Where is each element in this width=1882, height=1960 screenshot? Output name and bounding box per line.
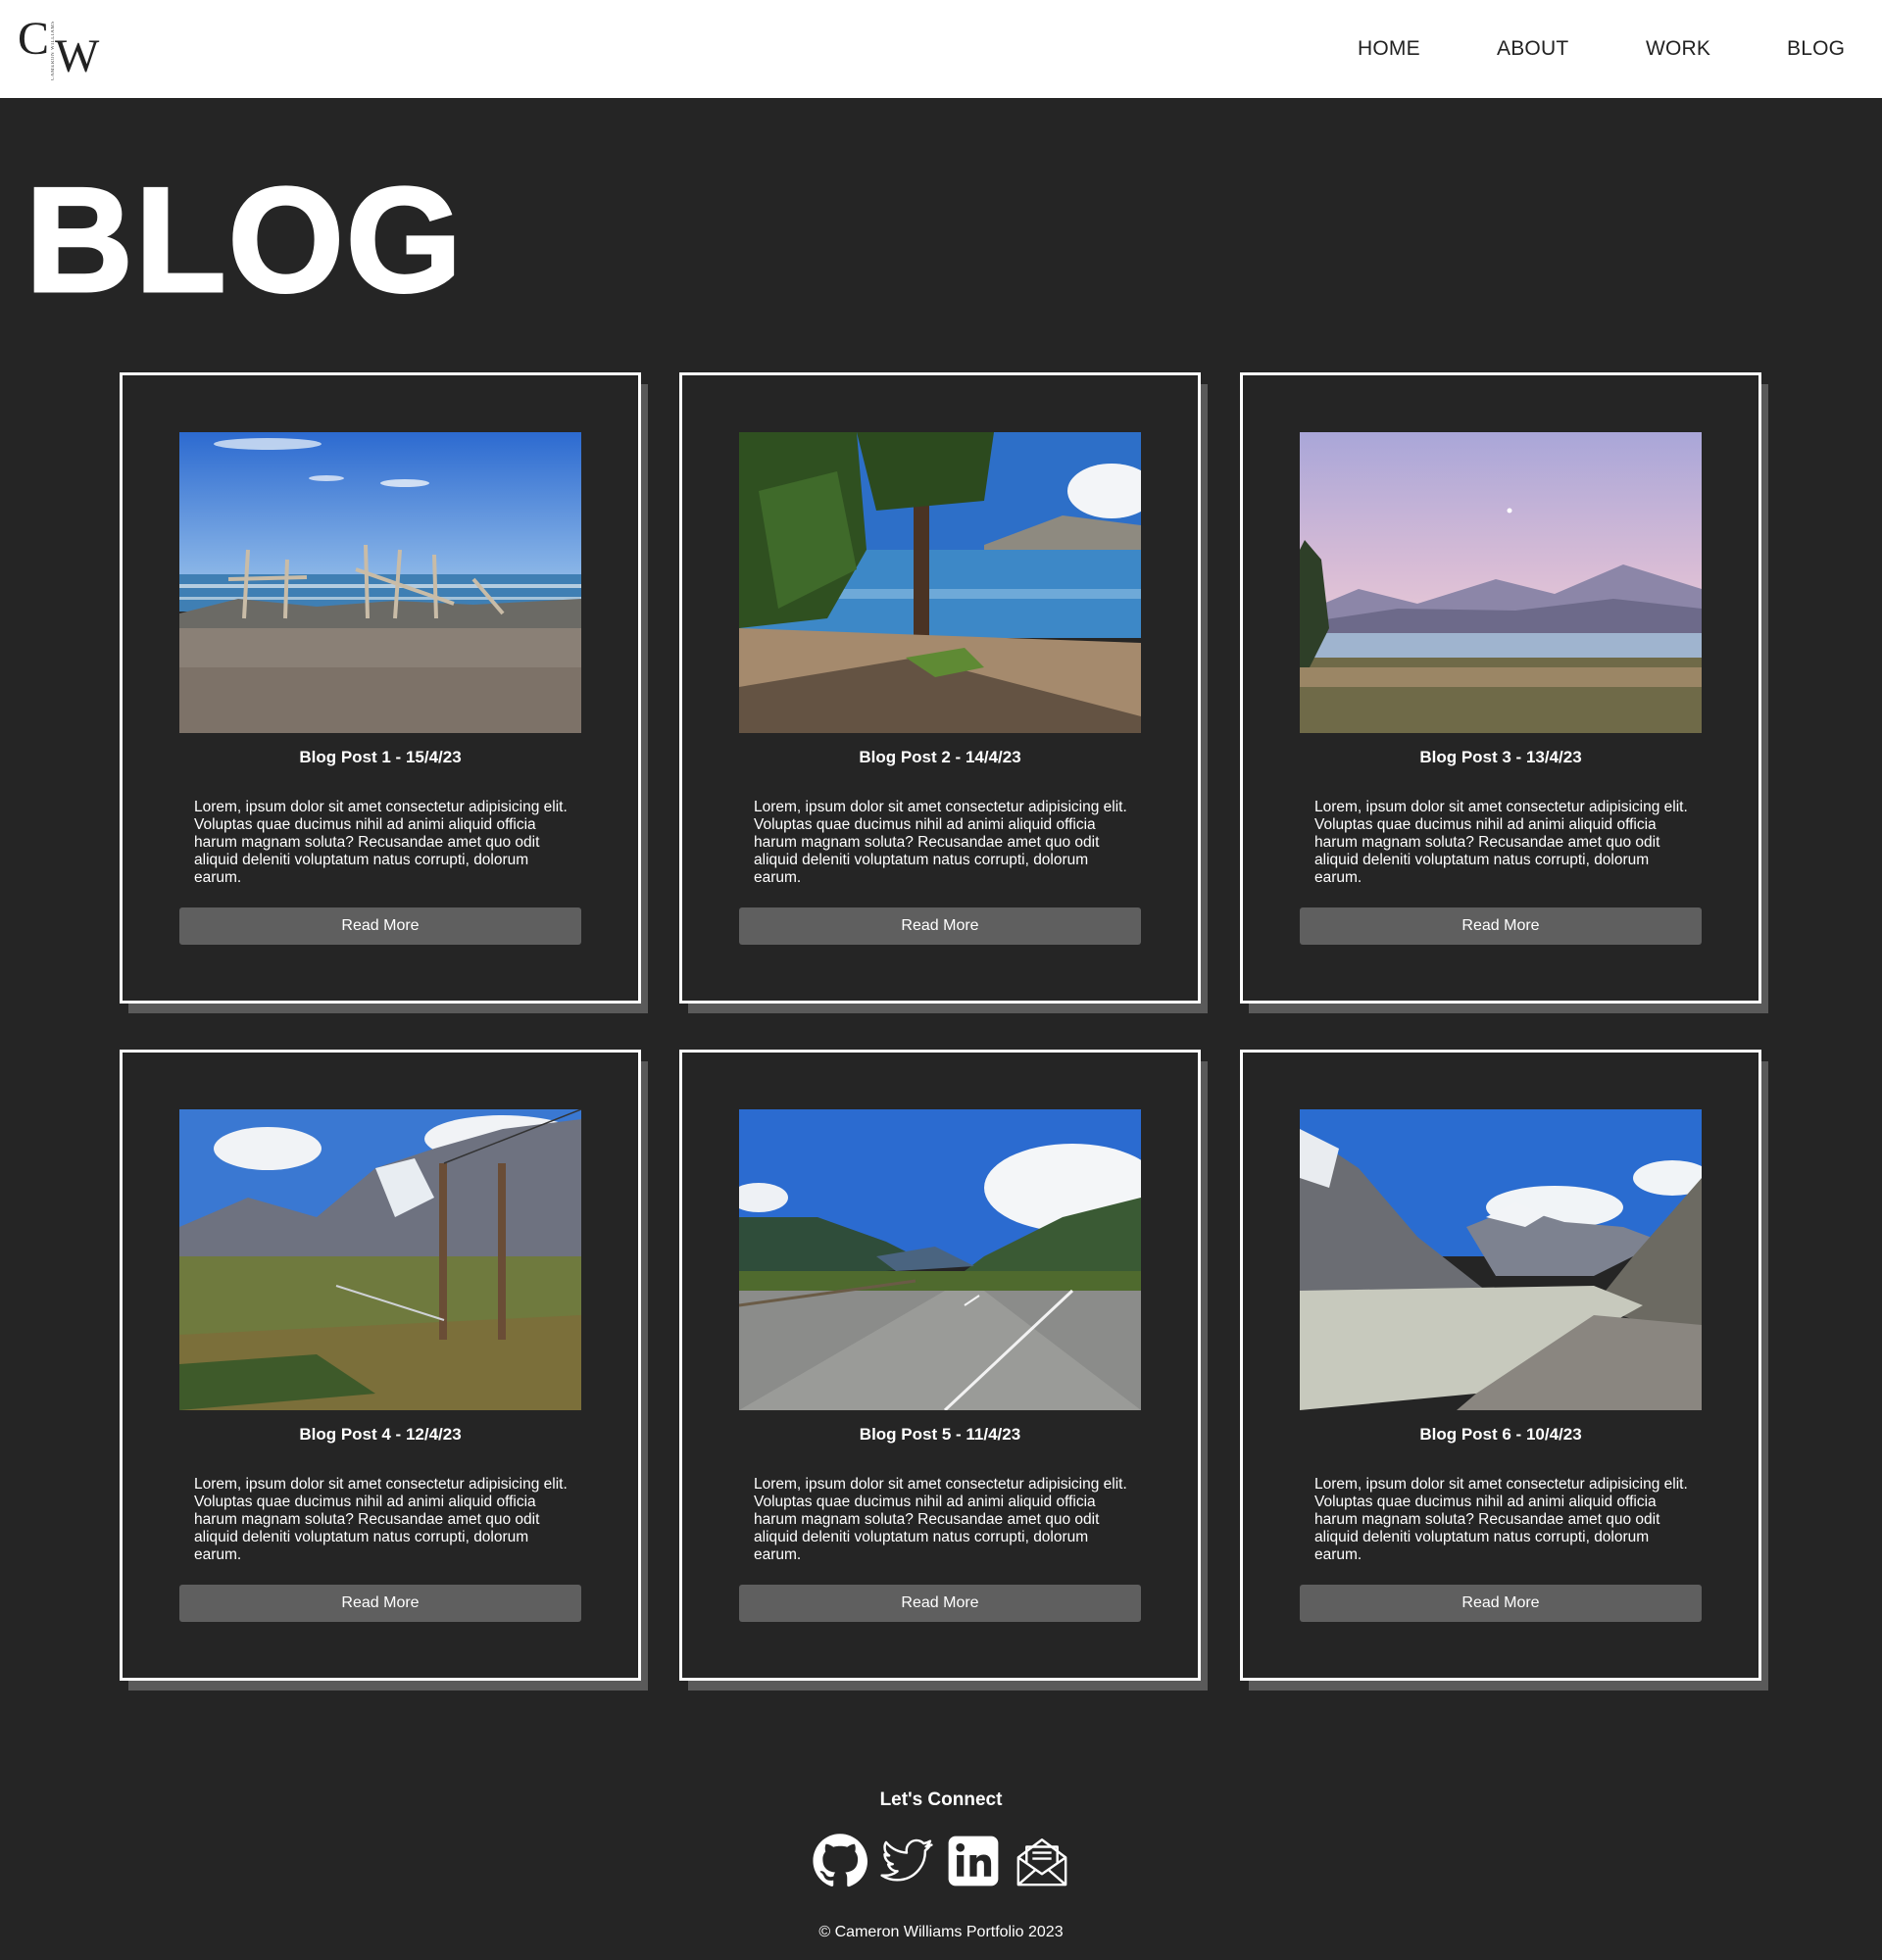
logo-letter-c: C — [18, 13, 50, 65]
blog-post-title: Blog Post 4 - 12/4/23 — [299, 1425, 462, 1444]
site-logo[interactable]: C CAMERON WILLIAMS W — [18, 13, 100, 82]
blog-post-excerpt: Lorem, ipsum dolor sit amet consectetur … — [754, 1476, 1127, 1563]
dusk-lake-mountains-image — [1300, 432, 1702, 733]
github-icon[interactable] — [812, 1833, 868, 1889]
copyright-text: © Cameron Williams Portfolio 2023 — [818, 1924, 1064, 1940]
blog-card-3: Blog Post 3 - 13/4/23 Lorem, ipsum dolor… — [1240, 372, 1761, 1004]
blog-post-excerpt: Lorem, ipsum dolor sit amet consectetur … — [754, 799, 1127, 886]
blog-card-4: Blog Post 4 - 12/4/23 Lorem, ipsum dolor… — [120, 1050, 641, 1681]
blog-post-title: Blog Post 5 - 11/4/23 — [859, 1425, 1021, 1444]
blog-post-excerpt: Lorem, ipsum dolor sit amet consectetur … — [1314, 1476, 1688, 1563]
blog-post-excerpt: Lorem, ipsum dolor sit amet consectetur … — [194, 799, 568, 886]
linkedin-icon[interactable] — [945, 1833, 1002, 1889]
blog-post-title: Blog Post 3 - 13/4/23 — [1419, 748, 1582, 766]
read-more-button[interactable]: Read More — [179, 1585, 581, 1622]
swing-bridge-valley-image — [179, 1109, 581, 1410]
blog-card-5: Blog Post 5 - 11/4/23 Lorem, ipsum dolor… — [679, 1050, 1201, 1681]
read-more-button[interactable]: Read More — [179, 907, 581, 945]
read-more-button[interactable]: Read More — [1300, 907, 1702, 945]
site-header: C CAMERON WILLIAMS W HOME ABOUT WORK BLO… — [0, 0, 1882, 98]
lakeside-pine-image — [739, 432, 1141, 733]
blog-card-1: Blog Post 1 - 15/4/23 Lorem, ipsum dolor… — [120, 372, 641, 1004]
blog-post-title: Blog Post 6 - 10/4/23 — [1419, 1425, 1582, 1444]
blog-post-excerpt: Lorem, ipsum dolor sit amet consectetur … — [194, 1476, 568, 1563]
logo-letter-w: W — [55, 30, 100, 82]
mail-icon[interactable] — [1014, 1833, 1070, 1889]
blog-card-6: Blog Post 6 - 10/4/23 Lorem, ipsum dolor… — [1240, 1050, 1761, 1681]
footer-title: Let's Connect — [879, 1789, 1003, 1810]
blog-post-excerpt: Lorem, ipsum dolor sit amet consectetur … — [1314, 799, 1688, 886]
twitter-icon[interactable] — [878, 1833, 935, 1889]
read-more-button[interactable]: Read More — [1300, 1585, 1702, 1622]
nav-blog[interactable]: BLOG — [1787, 37, 1845, 61]
blog-card-2: Blog Post 2 - 14/4/23 Lorem, ipsum dolor… — [679, 372, 1201, 1004]
page-title: BLOG — [24, 156, 465, 325]
read-more-button[interactable]: Read More — [739, 1585, 1141, 1622]
blog-post-title: Blog Post 2 - 14/4/23 — [859, 748, 1021, 766]
beach-driftwood-image — [179, 432, 581, 733]
nav-about[interactable]: ABOUT — [1497, 37, 1568, 61]
mountain-road-image — [739, 1109, 1141, 1410]
nav-work[interactable]: WORK — [1646, 37, 1710, 61]
blog-post-title: Blog Post 1 - 15/4/23 — [299, 748, 462, 766]
nav-home[interactable]: HOME — [1358, 37, 1420, 61]
glacier-lake-image — [1300, 1109, 1702, 1410]
read-more-button[interactable]: Read More — [739, 907, 1141, 945]
